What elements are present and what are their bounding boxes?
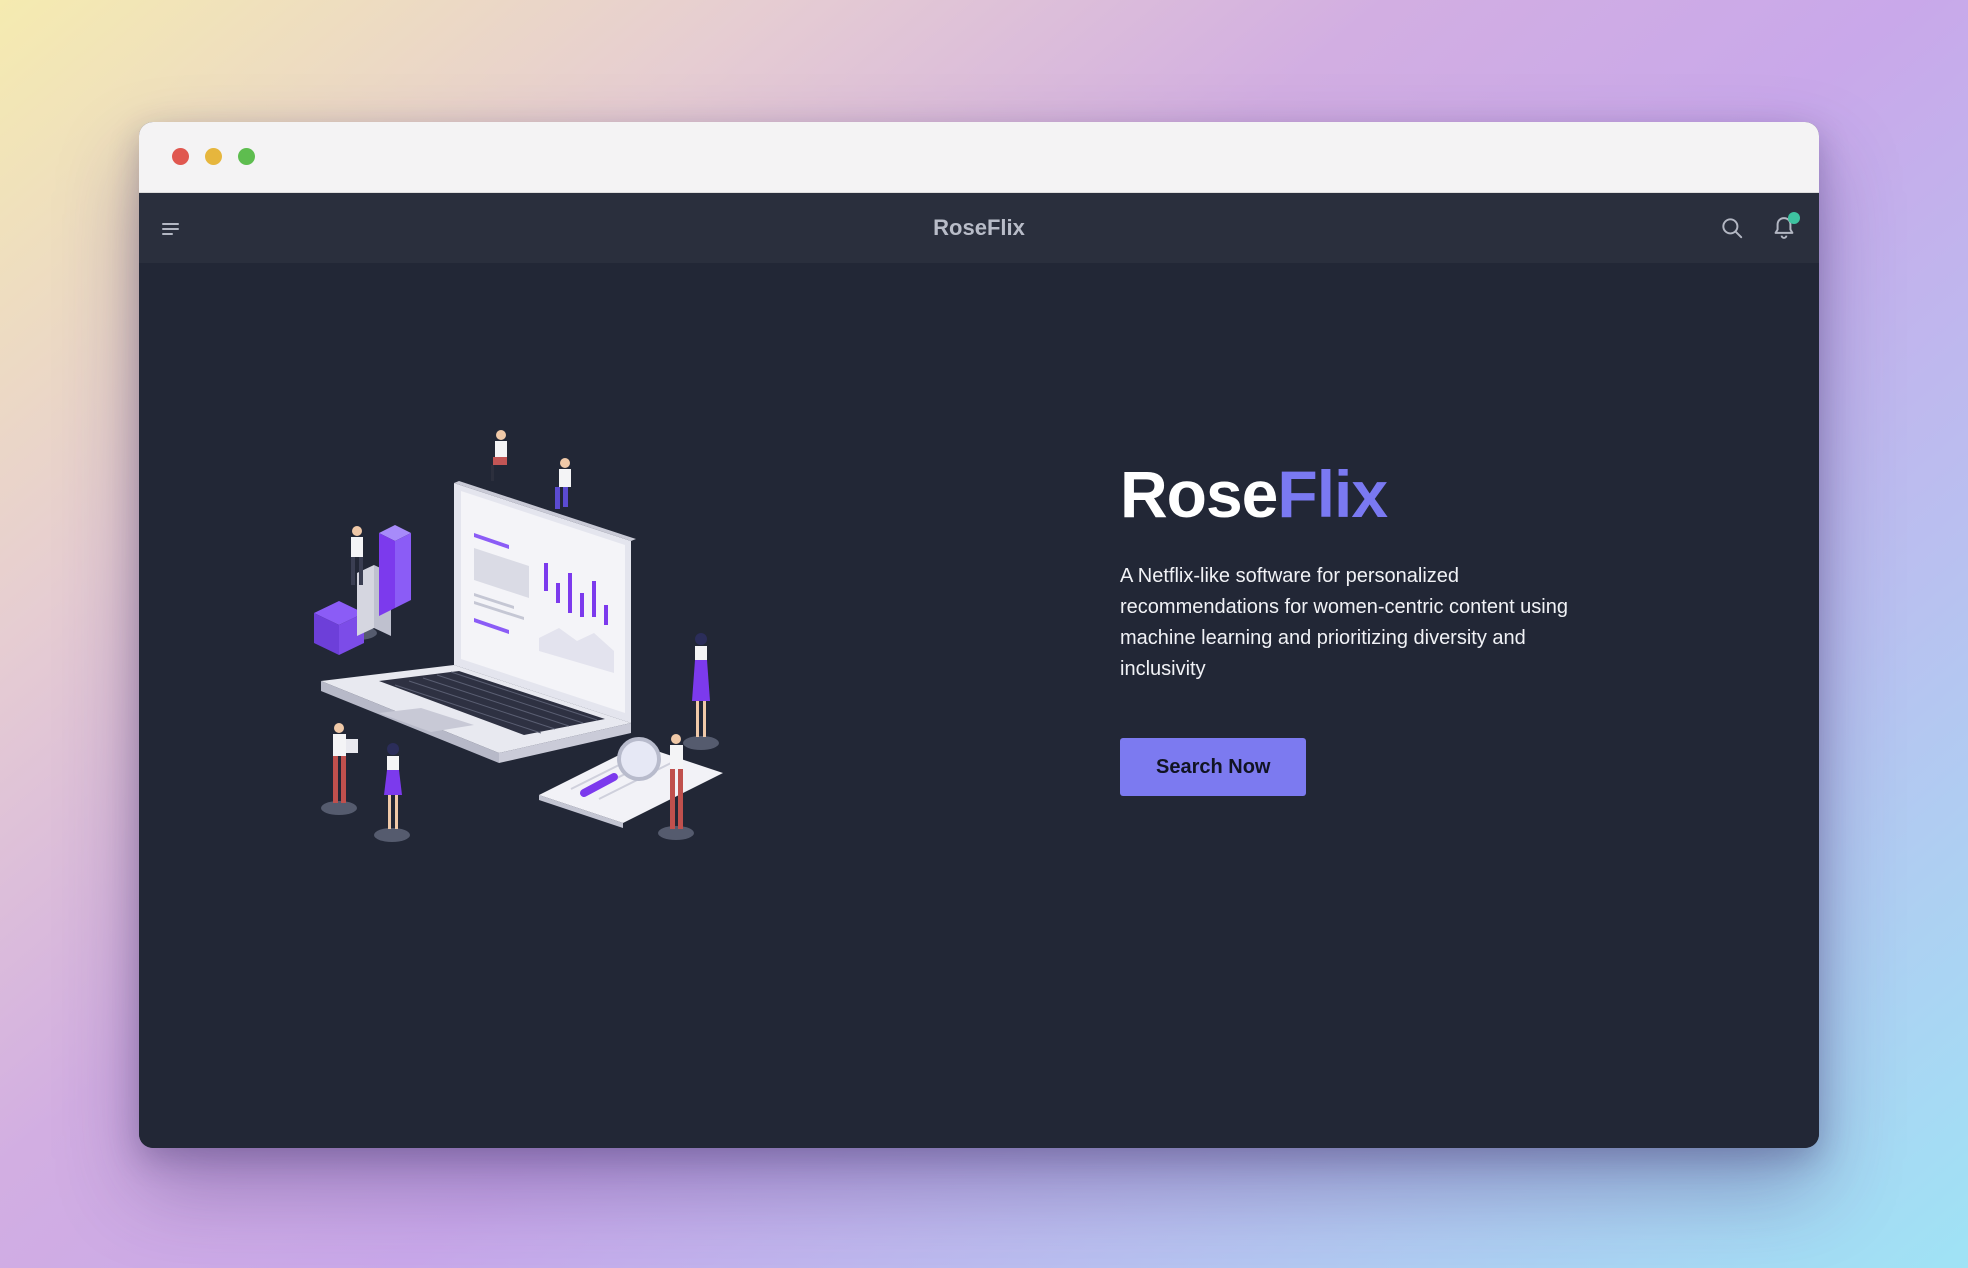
hero-title-part-flix: Flix (1277, 457, 1388, 531)
search-now-button[interactable]: Search Now (1120, 737, 1307, 796)
hero-text-block: RoseFlix A Netflix-like software for per… (1120, 458, 1640, 796)
search-icon (1722, 218, 1743, 239)
browser-window: RoseFlix RoseFlix A Netflix-like softwar… (139, 122, 1819, 1148)
laptop-team-illustration (314, 430, 723, 842)
window-titlebar (139, 122, 1819, 193)
hero-title-part-rose: Rose (1120, 457, 1278, 531)
search-button[interactable] (1719, 215, 1745, 241)
notifications-button[interactable] (1770, 212, 1800, 242)
hero-description: A Netflix-like software for personalized… (1120, 564, 1568, 680)
minimize-window-button[interactable] (205, 148, 222, 165)
app-title: RoseFlix (933, 215, 1025, 240)
close-window-button[interactable] (172, 148, 189, 165)
hero-title: RoseFlix (1120, 458, 1640, 531)
maximize-window-button[interactable] (238, 148, 255, 165)
app-header: RoseFlix (139, 193, 1819, 263)
hero-section: RoseFlix A Netflix-like software for per… (139, 263, 1819, 1148)
notification-badge (1788, 212, 1800, 224)
